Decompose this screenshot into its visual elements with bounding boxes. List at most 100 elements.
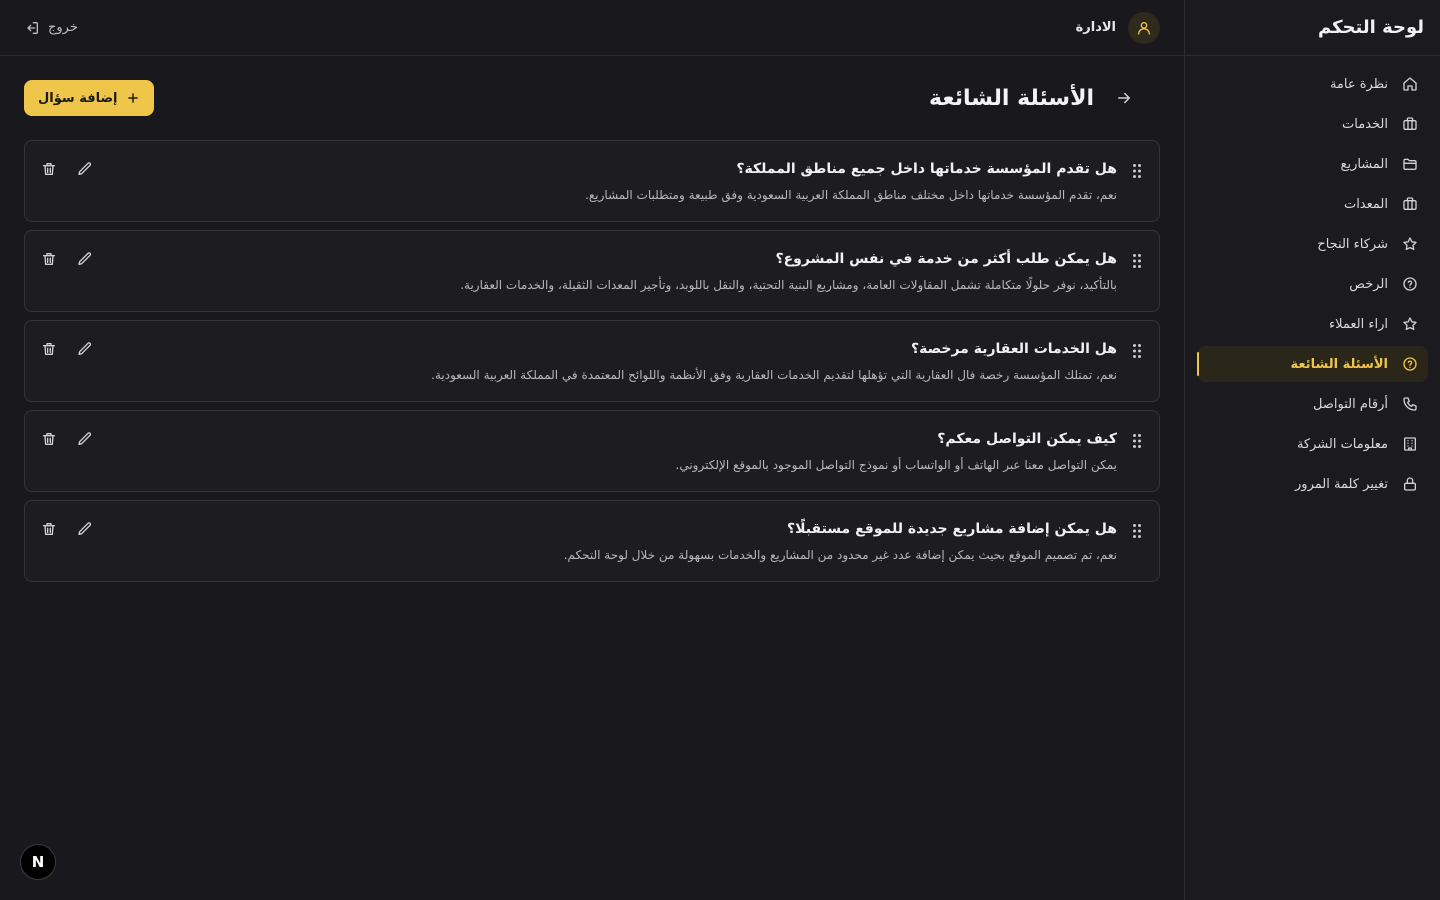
- sidebar-title: لوحة التحكم: [1317, 17, 1424, 38]
- drag-handle-icon[interactable]: [1129, 431, 1145, 451]
- faq-text: هل الخدمات العقارية مرخصة؟ نعم، تمتلك ال…: [431, 339, 1117, 383]
- delete-trash-icon[interactable]: [41, 341, 57, 357]
- dev-tools-badge[interactable]: N: [20, 844, 56, 880]
- faq-text: كيف يمكن التواصل معكم؟ يمكن التواصل معنا…: [676, 429, 1118, 473]
- drag-handle-icon[interactable]: [1129, 161, 1145, 181]
- lock-icon: [1400, 474, 1420, 494]
- sidebar-nav: نظرة عامة الخدمات المشاريع المعدات شركاء…: [1185, 56, 1440, 516]
- building-icon: [1400, 434, 1420, 454]
- faq-question: هل تقدم المؤسسة خدماتها داخل جميع مناطق …: [736, 161, 1117, 177]
- edit-pencil-icon[interactable]: [77, 341, 93, 357]
- sidebar-item-licenses[interactable]: الرخص: [1197, 266, 1428, 302]
- faq-text: هل يمكن طلب أكثر من خدمة في نفس المشروع؟…: [460, 249, 1117, 293]
- sidebar-item-label: تغيير كلمة المرور: [1295, 476, 1388, 492]
- sidebar-item-projects[interactable]: المشاريع: [1197, 146, 1428, 182]
- topbar: الادارة خروج: [0, 0, 1184, 56]
- logout-button[interactable]: خروج: [24, 20, 78, 36]
- faq-content: هل تقدم المؤسسة خدماتها داخل جميع مناطق …: [585, 159, 1145, 203]
- sidebar-item-label: أرقام التواصل: [1313, 396, 1388, 412]
- user-avatar: [1128, 11, 1160, 44]
- page-title: الأسئلة الشائعة: [929, 85, 1094, 111]
- add-question-label: إضافة سؤال: [38, 90, 118, 106]
- faq-item: هل تقدم المؤسسة خدماتها داخل جميع مناطق …: [24, 140, 1160, 222]
- sidebar-item-testimonials[interactable]: اراء العملاء: [1197, 306, 1428, 342]
- home-icon: [1400, 74, 1420, 94]
- logout-label: خروج: [48, 20, 78, 35]
- sidebar-item-change-password[interactable]: تغيير كلمة المرور: [1197, 466, 1428, 502]
- plus-icon: [126, 91, 140, 105]
- faq-content: هل يمكن إضافة مشاريع جديدة للموقع مستقبل…: [564, 519, 1145, 563]
- delete-trash-icon[interactable]: [41, 431, 57, 447]
- drag-handle-icon[interactable]: [1129, 251, 1145, 271]
- user-name: الادارة: [1075, 20, 1116, 35]
- faq-answer: نعم، تقدم المؤسسة خدماتها داخل مختلف منا…: [585, 188, 1117, 202]
- sidebar-item-label: اراء العملاء: [1329, 316, 1388, 332]
- folder-icon: [1400, 154, 1420, 174]
- faq-answer: يمكن التواصل معنا عبر الهاتف أو الواتساب…: [675, 458, 1118, 472]
- faq-actions: [41, 429, 93, 447]
- delete-trash-icon[interactable]: [41, 521, 57, 537]
- faq-actions: [41, 249, 93, 267]
- faq-question: هل يمكن إضافة مشاريع جديدة للموقع مستقبل…: [787, 521, 1117, 537]
- faq-question: هل يمكن طلب أكثر من خدمة في نفس المشروع؟: [775, 251, 1117, 267]
- faq-item: هل الخدمات العقارية مرخصة؟ نعم، تمتلك ال…: [24, 320, 1160, 402]
- drag-handle-icon[interactable]: [1129, 521, 1145, 541]
- main-content: الأسئلة الشائعة إضافة سؤال هل تقدم المؤس…: [0, 56, 1184, 900]
- drag-handle-icon[interactable]: [1129, 341, 1145, 361]
- faq-answer: نعم، تمتلك المؤسسة رخصة فال العقارية الت…: [431, 368, 1117, 382]
- sidebar-item-contacts[interactable]: أرقام التواصل: [1197, 386, 1428, 422]
- faq-answer: نعم، تم تصميم الموقع بحيث يمكن إضافة عدد…: [563, 548, 1117, 562]
- faq-content: هل الخدمات العقارية مرخصة؟ نعم، تمتلك ال…: [431, 339, 1145, 383]
- faq-answer: بالتأكيد، نوفر حلولًا متكاملة تشمل المقا…: [460, 278, 1117, 292]
- toolbox-icon: [1400, 194, 1420, 214]
- star-icon: [1400, 314, 1420, 334]
- sidebar-item-label: نظرة عامة: [1329, 76, 1388, 92]
- faq-item: هل يمكن إضافة مشاريع جديدة للموقع مستقبل…: [24, 500, 1160, 582]
- back-arrow-icon[interactable]: [1112, 86, 1136, 110]
- sidebar-item-equipment[interactable]: المعدات: [1197, 186, 1428, 222]
- faq-actions: [41, 519, 93, 537]
- add-question-button[interactable]: إضافة سؤال: [24, 80, 154, 116]
- sidebar-item-faq[interactable]: الأسئلة الشائعة: [1197, 346, 1428, 382]
- faq-content: هل يمكن طلب أكثر من خدمة في نفس المشروع؟…: [460, 249, 1145, 293]
- delete-trash-icon[interactable]: [41, 161, 57, 177]
- faq-item: كيف يمكن التواصل معكم؟ يمكن التواصل معنا…: [24, 410, 1160, 492]
- faq-text: هل تقدم المؤسسة خدماتها داخل جميع مناطق …: [585, 159, 1117, 203]
- edit-pencil-icon[interactable]: [77, 161, 93, 177]
- sidebar-item-label: المشاريع: [1340, 156, 1388, 172]
- sidebar-item-label: الخدمات: [1342, 116, 1388, 132]
- sidebar-header: لوحة التحكم: [1185, 0, 1440, 56]
- edit-pencil-icon[interactable]: [77, 431, 93, 447]
- sidebar-item-label: شركاء النجاح: [1317, 236, 1388, 252]
- faq-text: هل يمكن إضافة مشاريع جديدة للموقع مستقبل…: [564, 519, 1117, 563]
- help-circle-icon: [1400, 354, 1420, 374]
- faq-question: هل الخدمات العقارية مرخصة؟: [910, 341, 1117, 357]
- sidebar-item-label: معلومات الشركة: [1296, 436, 1388, 452]
- edit-pencil-icon[interactable]: [77, 521, 93, 537]
- faq-list: هل تقدم المؤسسة خدماتها داخل جميع مناطق …: [24, 140, 1160, 582]
- sidebar-item-label: الرخص: [1349, 276, 1388, 292]
- faq-actions: [41, 339, 93, 357]
- delete-trash-icon[interactable]: [41, 251, 57, 267]
- sidebar-item-company-info[interactable]: معلومات الشركة: [1197, 426, 1428, 462]
- faq-actions: [41, 159, 93, 177]
- sidebar-item-services[interactable]: الخدمات: [1197, 106, 1428, 142]
- briefcase-icon: [1400, 114, 1420, 134]
- sidebar: لوحة التحكم نظرة عامة الخدمات المشاريع ا…: [1184, 0, 1440, 900]
- sidebar-item-partners[interactable]: شركاء النجاح: [1197, 226, 1428, 262]
- title-wrap: الأسئلة الشائعة: [929, 86, 1136, 111]
- faq-content: كيف يمكن التواصل معكم؟ يمكن التواصل معنا…: [676, 429, 1146, 473]
- user-icon: [1138, 21, 1150, 35]
- sidebar-item-label: الأسئلة الشائعة: [1290, 356, 1389, 372]
- edit-pencil-icon[interactable]: [77, 251, 93, 267]
- help-circle-icon: [1400, 274, 1420, 294]
- faq-question: كيف يمكن التواصل معكم؟: [937, 431, 1117, 447]
- sidebar-item-overview[interactable]: نظرة عامة: [1197, 66, 1428, 102]
- user-menu[interactable]: الادارة: [1075, 11, 1160, 44]
- star-icon: [1400, 234, 1420, 254]
- phone-icon: [1400, 394, 1420, 414]
- sidebar-item-label: المعدات: [1343, 196, 1388, 212]
- logout-icon: [24, 20, 40, 36]
- faq-item: هل يمكن طلب أكثر من خدمة في نفس المشروع؟…: [24, 230, 1160, 312]
- page-header: الأسئلة الشائعة إضافة سؤال: [24, 80, 1160, 116]
